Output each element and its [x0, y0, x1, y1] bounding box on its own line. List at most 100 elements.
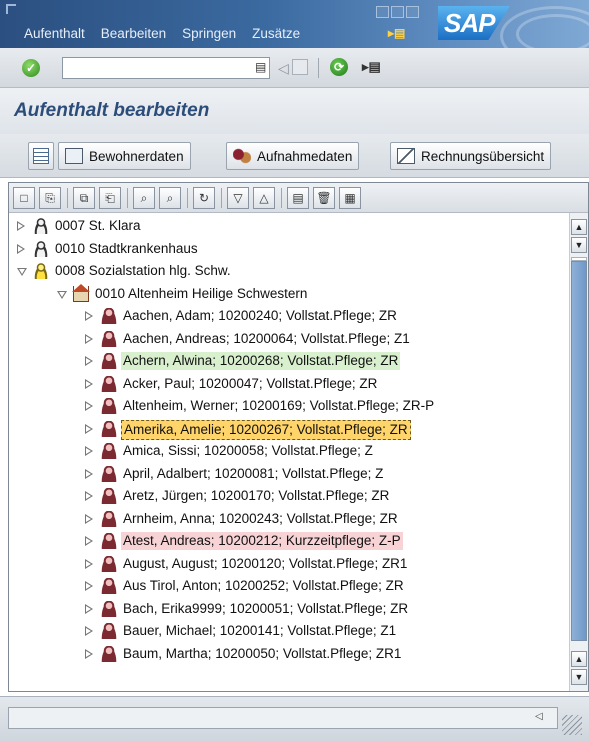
tree-node-label[interactable]: Arnheim, Anna; 10200243; Vollstat.Pflege…: [121, 510, 400, 528]
tree-node[interactable]: April, Adalbert; 10200081; Vollstat.Pfle…: [9, 463, 569, 485]
list-view-button[interactable]: [28, 142, 54, 170]
tree-node[interactable]: Amerika, Amelie; 10200267; Vollstat.Pfle…: [9, 418, 569, 440]
layout-icon[interactable]: ▦: [339, 187, 361, 209]
tree-node[interactable]: Altenheim, Werner; 10200169; Vollstat.Pf…: [9, 395, 569, 417]
tree-node-label[interactable]: Aachen, Andreas; 10200064; Vollstat.Pfle…: [121, 330, 412, 348]
tree-node-label[interactable]: Aretz, Jürgen; 10200170; Vollstat.Pflege…: [121, 487, 391, 505]
tree-node-label[interactable]: Atest, Andreas; 10200212; Kurzzeitpflege…: [121, 532, 403, 550]
close-icon[interactable]: [406, 6, 419, 18]
scroll-page-down-icon[interactable]: ▼: [571, 669, 587, 685]
tree-node-label[interactable]: April, Adalbert; 10200081; Vollstat.Pfle…: [121, 465, 385, 483]
tree-node[interactable]: Amica, Sissi; 10200058; Vollstat.Pflege;…: [9, 440, 569, 462]
detail-icon[interactable]: ⎘: [39, 187, 61, 209]
expand-node-icon[interactable]: [85, 356, 93, 366]
tree-node[interactable]: Aachen, Adam; 10200240; Vollstat.Pflege;…: [9, 305, 569, 327]
tree-node[interactable]: Aus Tirol, Anton; 10200252; Vollstat.Pfl…: [9, 575, 569, 597]
invoice-overview-button[interactable]: Rechnungsübersicht: [390, 142, 552, 170]
resident-data-button[interactable]: Bewohnerdaten: [58, 142, 191, 170]
command-field[interactable]: [62, 57, 270, 79]
expand-node-icon[interactable]: [85, 378, 93, 389]
vertical-scrollbar[interactable]: ▲ ▼ ▲ ▼: [569, 213, 588, 691]
collapse-node-icon[interactable]: [57, 290, 67, 299]
expand-node-icon[interactable]: [17, 243, 25, 254]
expand-node-icon[interactable]: [85, 626, 93, 636]
tree-node[interactable]: Bach, Erika9999; 10200051; Vollstat.Pfle…: [9, 598, 569, 620]
tree-node-label[interactable]: 0010 Stadtkrankenhaus: [53, 240, 200, 258]
tree-node-label[interactable]: Amerika, Amelie; 10200267; Vollstat.Pfle…: [121, 419, 411, 440]
expand-node-icon[interactable]: [85, 423, 93, 434]
menu-springen[interactable]: Springen: [182, 26, 236, 41]
menu-bearbeiten[interactable]: Bearbeiten: [101, 26, 166, 41]
minimize-icon[interactable]: [376, 6, 389, 18]
tree-node-label[interactable]: Amica, Sissi; 10200058; Vollstat.Pflege;…: [121, 442, 375, 460]
tree-node-label[interactable]: August, August; 10200120; Vollstat.Pfleg…: [121, 555, 409, 573]
tree-node[interactable]: Aretz, Jürgen; 10200170; Vollstat.Pflege…: [9, 485, 569, 507]
tree-node-label[interactable]: Aus Tirol, Anton; 10200252; Vollstat.Pfl…: [121, 577, 406, 595]
customize-icon[interactable]: ▸▤: [362, 59, 381, 75]
tree-node-label[interactable]: 0007 St. Klara: [53, 217, 143, 235]
shortcut-icon[interactable]: ⟳: [330, 58, 348, 76]
command-history-icon[interactable]: ▤: [255, 60, 266, 74]
tree-node[interactable]: 0008 Sozialstation hlg. Schw.: [9, 260, 569, 282]
tree-node-label[interactable]: Bauer, Michael; 10200141; Vollstat.Pfleg…: [121, 622, 398, 640]
expand-node-icon[interactable]: [85, 311, 93, 321]
maximize-icon[interactable]: [391, 6, 404, 18]
expand-node-icon[interactable]: [85, 603, 93, 614]
menu-zusaetze[interactable]: Zusätze: [252, 26, 300, 41]
expand-icon[interactable]: ▽: [227, 187, 249, 209]
tree-node[interactable]: 0010 Altenheim Heilige Schwestern: [9, 283, 569, 305]
scroll-down-icon[interactable]: ▼: [571, 237, 587, 253]
scroll-thumb[interactable]: [571, 261, 587, 641]
status-arrow-icon[interactable]: ◁: [535, 711, 543, 722]
expand-node-icon[interactable]: [85, 648, 93, 659]
tree-node[interactable]: Atest, Andreas; 10200212; Kurzzeitpflege…: [9, 530, 569, 552]
tree-node[interactable]: Achern, Alwina; 10200268; Vollstat.Pfleg…: [9, 350, 569, 372]
tree-node-label[interactable]: Aachen, Adam; 10200240; Vollstat.Pflege;…: [121, 307, 399, 325]
tree-node-label[interactable]: 0008 Sozialstation hlg. Schw.: [53, 262, 233, 280]
expand-node-icon[interactable]: [85, 468, 93, 479]
enter-check-icon[interactable]: ✓: [22, 59, 40, 77]
collapse-node-icon[interactable]: [17, 268, 27, 276]
tree-node[interactable]: Baum, Martha; 10200050; Vollstat.Pflege;…: [9, 643, 569, 665]
delete-icon[interactable]: 🗑: [313, 187, 335, 209]
tree-node[interactable]: Acker, Paul; 10200047; Vollstat.Pflege; …: [9, 373, 569, 395]
customize-layout-icon[interactable]: ▸▤: [388, 26, 408, 40]
expand-node-icon[interactable]: [85, 513, 93, 524]
tree-node[interactable]: 0010 Stadtkrankenhaus: [9, 238, 569, 260]
expand-node-icon[interactable]: [85, 446, 93, 456]
expand-node-icon[interactable]: [85, 333, 93, 344]
collapse-icon[interactable]: △: [253, 187, 275, 209]
system-menu-icon[interactable]: [6, 4, 16, 14]
tree-node-label[interactable]: Altenheim, Werner; 10200169; Vollstat.Pf…: [121, 397, 436, 415]
expand-node-icon[interactable]: [85, 581, 93, 591]
copy-icon[interactable]: ⧉: [73, 187, 95, 209]
tree-node-label[interactable]: Acker, Paul; 10200047; Vollstat.Pflege; …: [121, 375, 379, 393]
tree-node[interactable]: Arnheim, Anna; 10200243; Vollstat.Pflege…: [9, 508, 569, 530]
expand-node-icon[interactable]: [85, 401, 93, 411]
tree-node-label[interactable]: Baum, Martha; 10200050; Vollstat.Pflege;…: [121, 645, 403, 663]
find-icon[interactable]: ⌕: [133, 187, 155, 209]
back-icon[interactable]: ◁: [278, 60, 289, 77]
menu-aufenthalt[interactable]: Aufenthalt: [24, 26, 85, 41]
find-next-icon[interactable]: ⌕: [159, 187, 181, 209]
scroll-page-up-icon[interactable]: ▲: [571, 651, 587, 667]
tree-node[interactable]: Bauer, Michael; 10200141; Vollstat.Pfleg…: [9, 620, 569, 642]
expand-node-icon[interactable]: [85, 558, 93, 569]
resize-grip-icon[interactable]: [562, 715, 582, 735]
paste-icon[interactable]: ⎗: [99, 187, 121, 209]
refresh-icon[interactable]: ↻: [193, 187, 215, 209]
tree-node[interactable]: Aachen, Andreas; 10200064; Vollstat.Pfle…: [9, 328, 569, 350]
expand-node-icon[interactable]: [85, 536, 93, 546]
tree-node[interactable]: 0007 St. Klara: [9, 215, 569, 237]
tree-node-label[interactable]: 0010 Altenheim Heilige Schwestern: [93, 285, 309, 303]
expand-node-icon[interactable]: [85, 491, 93, 501]
new-icon[interactable]: □: [13, 187, 35, 209]
tree-node[interactable]: August, August; 10200120; Vollstat.Pfleg…: [9, 553, 569, 575]
tree-node-label[interactable]: Achern, Alwina; 10200268; Vollstat.Pfleg…: [121, 352, 401, 370]
scroll-up-icon[interactable]: ▲: [571, 219, 587, 235]
save-icon[interactable]: [292, 59, 308, 75]
print-icon[interactable]: ▤: [287, 187, 309, 209]
admission-data-button[interactable]: Aufnahmedaten: [226, 142, 360, 170]
tree-node-label[interactable]: Bach, Erika9999; 10200051; Vollstat.Pfle…: [121, 600, 410, 618]
expand-node-icon[interactable]: [17, 221, 25, 231]
